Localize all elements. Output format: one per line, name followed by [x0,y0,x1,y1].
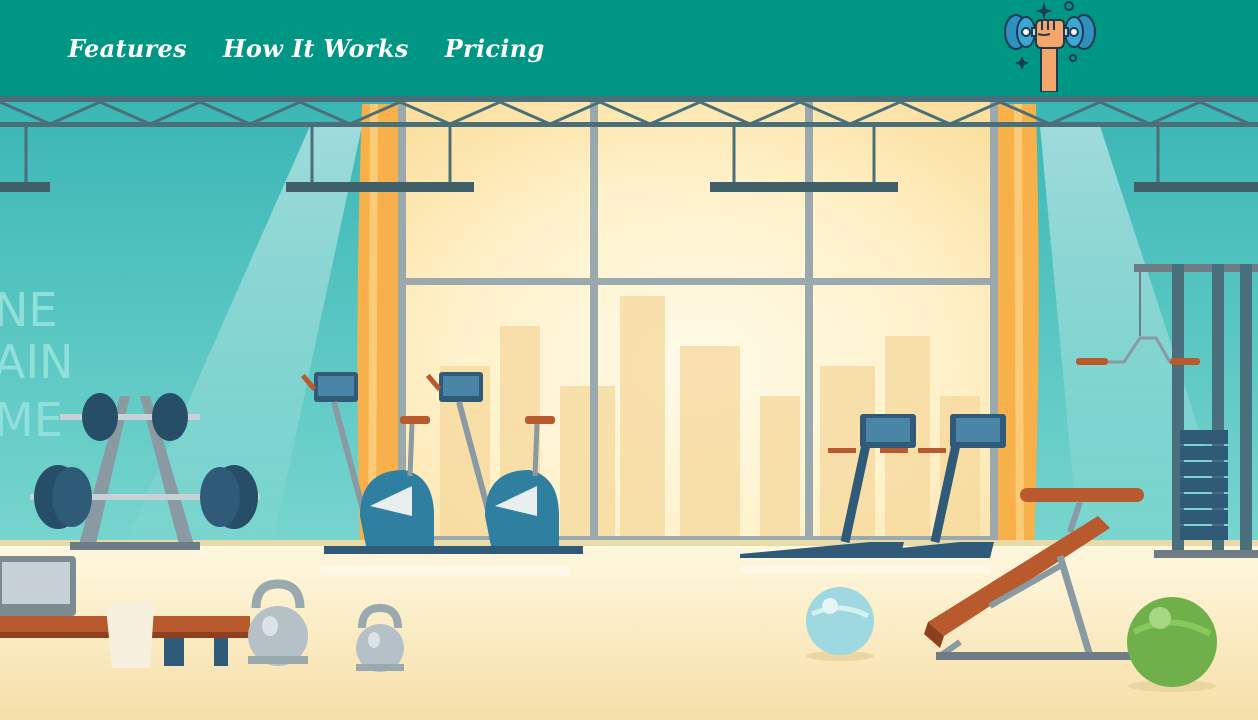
svg-text:NE: NE [0,283,57,337]
svg-text:AIN: AIN [0,335,73,389]
top-navbar: Features How It Works Pricing [0,0,1258,96]
nav-link-pricing[interactable]: Pricing [445,34,545,63]
nav-links: Features How It Works Pricing [68,34,545,63]
svg-text:ME: ME [0,393,63,447]
gym-illustration: NE AIN ME [0,96,1258,720]
nav-link-features[interactable]: Features [68,34,187,63]
nav-link-how-it-works[interactable]: How It Works [223,34,409,63]
dumbbell-logo-icon[interactable] [1002,0,1098,93]
